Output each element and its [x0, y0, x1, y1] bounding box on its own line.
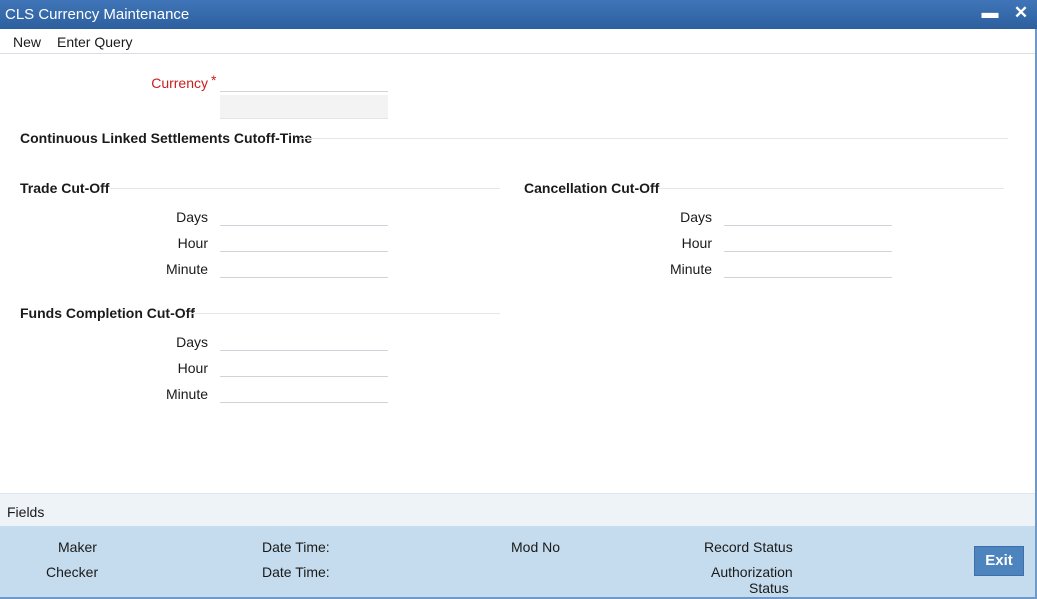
- trade-days-label: Days: [176, 209, 208, 225]
- funds-hour-input[interactable]: [220, 358, 388, 377]
- checker-date-time-label: Date Time:: [262, 564, 330, 580]
- cancellation-minute-input[interactable]: [724, 259, 892, 278]
- record-status-label: Record Status: [704, 539, 793, 555]
- mod-no-label: Mod No: [511, 539, 561, 555]
- cancellation-days-label: Days: [680, 209, 712, 225]
- trade-cutoff-title: Trade Cut-Off: [20, 180, 110, 196]
- funds-completion-cutoff-title: Funds Completion Cut-Off: [20, 305, 195, 321]
- exit-button[interactable]: Exit: [974, 546, 1024, 576]
- menu-new[interactable]: New: [13, 34, 41, 50]
- authorization-status-label-line1: Authorization: [711, 564, 793, 580]
- cancellation-hour-input[interactable]: [724, 233, 892, 252]
- maker-date-time-label: Date Time:: [262, 539, 330, 555]
- funds-days-label: Days: [176, 334, 208, 350]
- audit-footer: Maker Checker Date Time: Date Time: Mod …: [0, 526, 1037, 599]
- section-divider: [300, 138, 1008, 139]
- checker-label: Checker: [46, 564, 99, 580]
- trade-minute-label: Minute: [165, 261, 208, 277]
- currency-description-field: [220, 95, 388, 119]
- maker-label: Maker: [58, 539, 97, 555]
- fields-link[interactable]: Fields: [7, 504, 44, 520]
- required-marker: *: [211, 72, 217, 88]
- trade-hour-label: Hour: [177, 235, 208, 251]
- funds-days-input[interactable]: [220, 332, 388, 351]
- cancellation-minute-label: Minute: [669, 261, 712, 277]
- trade-hour-input[interactable]: [220, 233, 388, 252]
- section-divider: [658, 188, 1004, 189]
- window-title: CLS Currency Maintenance: [5, 6, 190, 23]
- currency-input[interactable]: [220, 73, 388, 92]
- section-divider: [190, 313, 500, 314]
- section-divider: [110, 188, 500, 189]
- trade-minute-input[interactable]: [220, 259, 388, 278]
- window-titlebar: CLS Currency Maintenance ▬ ✕: [0, 0, 1037, 29]
- cancellation-hour-label: Hour: [681, 235, 712, 251]
- menu-enter-query[interactable]: Enter Query: [57, 34, 132, 50]
- fields-bar: Fields: [0, 493, 1037, 526]
- menu-bar: New Enter Query: [0, 29, 1037, 54]
- funds-minute-label: Minute: [165, 386, 208, 402]
- close-icon[interactable]: ✕: [1011, 3, 1031, 25]
- funds-minute-input[interactable]: [220, 384, 388, 403]
- funds-hour-label: Hour: [177, 360, 208, 376]
- minimize-icon[interactable]: ▬: [980, 3, 1000, 25]
- currency-label: Currency: [151, 75, 208, 91]
- cancellation-cutoff-title: Cancellation Cut-Off: [524, 180, 660, 196]
- trade-days-input[interactable]: [220, 207, 388, 226]
- cancellation-days-input[interactable]: [724, 207, 892, 226]
- cls-cutoff-section-title: Continuous Linked Settlements Cutoff-Tim…: [20, 130, 313, 146]
- authorization-status-label-line2: Status: [749, 580, 789, 596]
